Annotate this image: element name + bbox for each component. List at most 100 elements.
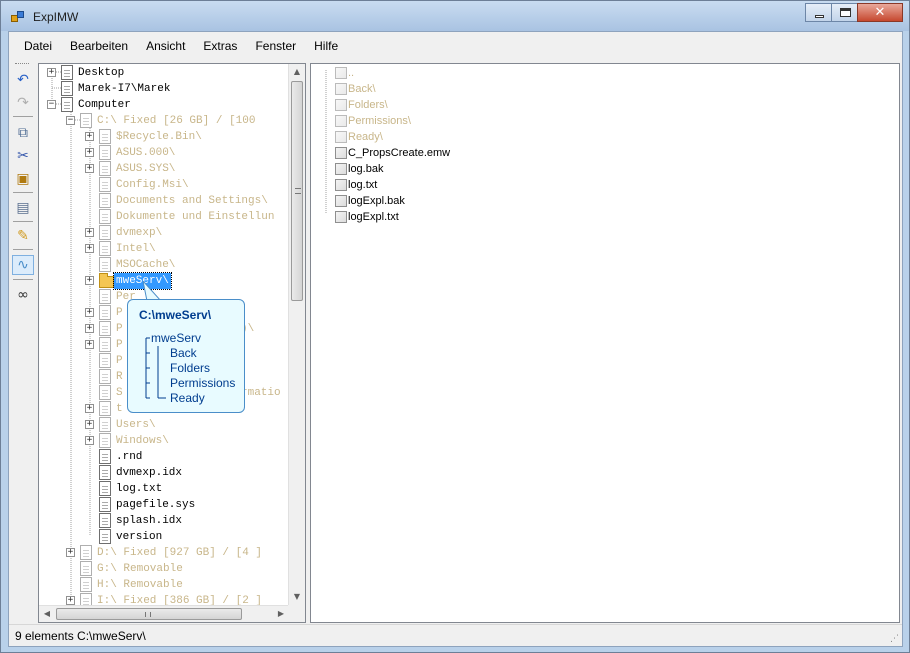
tree-node[interactable]: Documents and Settings\ <box>39 193 289 209</box>
copy-icon[interactable]: ⧉ <box>12 123 34 143</box>
menu-bearbeiten[interactable]: Bearbeiten <box>61 35 137 57</box>
scroll-right-icon[interactable]: ▶ <box>273 606 289 622</box>
item-checkbox[interactable] <box>335 179 347 191</box>
item-checkbox[interactable] <box>335 99 347 111</box>
list-item[interactable]: logExpl.bak <box>335 193 405 209</box>
expand-icon[interactable]: + <box>85 340 94 349</box>
minimize-button[interactable] <box>805 3 832 22</box>
tree-node[interactable]: Config.Msi\ <box>39 177 289 193</box>
list-item[interactable]: logExpl.txt <box>335 209 399 225</box>
item-checkbox[interactable] <box>335 83 347 95</box>
tree-node[interactable]: G:\ Removable <box>39 561 289 577</box>
item-checkbox[interactable] <box>335 131 347 143</box>
tree-node[interactable]: splash.idx <box>39 513 289 529</box>
close-button[interactable]: ✕ <box>857 3 903 22</box>
properties-icon[interactable]: ▤ <box>12 198 34 218</box>
expand-icon[interactable]: + <box>85 228 94 237</box>
search-binoculars-icon[interactable]: ∞ <box>12 285 34 305</box>
list-item[interactable]: Permissions\ <box>335 113 411 129</box>
tree-node[interactable]: Marek-I7\Marek <box>39 81 289 97</box>
tree-node[interactable]: − Computer <box>39 97 289 113</box>
menu-fenster[interactable]: Fenster <box>246 35 305 57</box>
expand-icon[interactable]: + <box>66 548 75 557</box>
collapse-icon[interactable]: − <box>47 100 56 109</box>
tree-node[interactable]: + $Recycle.Bin\ <box>39 129 289 145</box>
tree-node-label[interactable]: S <box>114 385 125 401</box>
title-bar[interactable]: ExpIMW ✕ <box>1 1 909 31</box>
tree-node[interactable]: + Users\ <box>39 417 289 433</box>
list-item[interactable]: log.txt <box>335 177 377 193</box>
tree-node-label[interactable]: Windows\ <box>114 433 171 449</box>
expand-icon[interactable]: + <box>47 68 56 77</box>
list-item[interactable]: Back\ <box>335 81 376 97</box>
tree-node-label[interactable]: Documents and Settings\ <box>114 193 270 209</box>
tree-node-label[interactable]: splash.idx <box>114 513 184 529</box>
collapse-icon[interactable]: − <box>66 116 75 125</box>
expand-icon[interactable]: + <box>85 436 94 445</box>
tree-node-label[interactable]: Intel\ <box>114 241 158 257</box>
tree-vertical-scroll-thumb[interactable] <box>291 81 303 301</box>
item-checkbox[interactable] <box>335 67 347 79</box>
tree-node-label[interactable]: P <box>114 321 125 337</box>
menu-extras[interactable]: Extras <box>194 35 246 57</box>
expand-icon[interactable]: + <box>85 148 94 157</box>
tree-node[interactable]: dvmexp.idx <box>39 465 289 481</box>
tree-node-label[interactable]: Marek-I7\Marek <box>76 81 172 97</box>
tree-node-label[interactable]: P <box>114 337 125 353</box>
tree-node[interactable]: + D:\ Fixed [927 GB] / [4 ] <box>39 545 289 561</box>
tree-node-label[interactable]: C:\ Fixed [26 GB] / [100 <box>95 113 257 129</box>
tree-node-label[interactable]: D:\ Fixed [927 GB] / [4 ] <box>95 545 264 561</box>
tree-vertical-scrollbar[interactable]: ▲ ▼ <box>288 64 305 605</box>
tree-node[interactable]: log.txt <box>39 481 289 497</box>
tree-node[interactable]: + mweServ\ <box>39 272 289 290</box>
tree-node[interactable]: + Windows\ <box>39 433 289 449</box>
undo-icon[interactable]: ↶ <box>12 70 34 90</box>
tree-horizontal-scrollbar[interactable]: ◀ ▶ <box>39 605 289 622</box>
resize-grip-icon[interactable]: ⋰ <box>890 634 900 644</box>
tree-node-label[interactable]: ASUS.SYS\ <box>114 161 177 177</box>
expand-icon[interactable]: + <box>85 324 94 333</box>
expand-icon[interactable]: + <box>85 404 94 413</box>
tree-node-label[interactable]: P <box>114 305 125 321</box>
list-item[interactable]: Ready\ <box>335 129 383 145</box>
maximize-button[interactable] <box>831 3 858 22</box>
tree-horizontal-scroll-thumb[interactable] <box>56 608 242 620</box>
tree-node[interactable]: + ASUS.000\ <box>39 145 289 161</box>
expand-icon[interactable]: + <box>85 276 94 285</box>
menu-datei[interactable]: Datei <box>15 35 61 57</box>
scroll-up-icon[interactable]: ▲ <box>289 64 305 80</box>
tree-node-label[interactable]: Desktop <box>76 65 126 81</box>
tree-node-label[interactable]: P <box>114 353 125 369</box>
tree-node[interactable]: Dokumente und Einstellun <box>39 209 289 225</box>
tree-node[interactable]: MSOCache\ <box>39 257 289 273</box>
menu-hilfe[interactable]: Hilfe <box>305 35 347 57</box>
view-icon[interactable]: ∿ <box>12 255 34 275</box>
item-checkbox[interactable] <box>335 195 347 207</box>
expand-icon[interactable]: + <box>66 596 75 605</box>
tree-node-label[interactable]: H:\ Removable <box>95 577 185 593</box>
expand-icon[interactable]: + <box>85 308 94 317</box>
tree-node[interactable]: .rnd <box>39 449 289 465</box>
tree-node-label[interactable]: log.txt <box>114 481 164 497</box>
paste-icon[interactable]: ▣ <box>12 169 34 189</box>
expand-icon[interactable]: + <box>85 244 94 253</box>
tree-node[interactable]: + dvmexp\ <box>39 225 289 241</box>
list-item[interactable]: .. <box>335 65 354 81</box>
tree-node[interactable]: H:\ Removable <box>39 577 289 593</box>
edit-icon[interactable]: ✎ <box>12 226 34 246</box>
tree-node[interactable]: − C:\ Fixed [26 GB] / [100 <box>39 113 289 129</box>
tree-node-label[interactable]: dvmexp.idx <box>114 465 184 481</box>
tree-node-label[interactable]: Dokumente und Einstellun <box>114 209 276 225</box>
tree-node-label[interactable]: Computer <box>76 97 133 113</box>
toolbar-grip[interactable] <box>15 63 29 66</box>
redo-icon[interactable]: ↷ <box>12 93 34 113</box>
expand-icon[interactable]: + <box>85 132 94 141</box>
tree-node[interactable]: version <box>39 529 289 545</box>
expand-icon[interactable]: + <box>85 164 94 173</box>
tree-node[interactable]: + ASUS.SYS\ <box>39 161 289 177</box>
list-item[interactable]: C_PropsCreate.emw <box>335 145 450 161</box>
file-list[interactable]: .. Back\ Folders\ Permissions\ Ready\ C_Props… <box>310 63 900 623</box>
tree-node[interactable]: + Intel\ <box>39 241 289 257</box>
tree-node-label[interactable]: .rnd <box>114 449 144 465</box>
expand-icon[interactable]: + <box>85 420 94 429</box>
